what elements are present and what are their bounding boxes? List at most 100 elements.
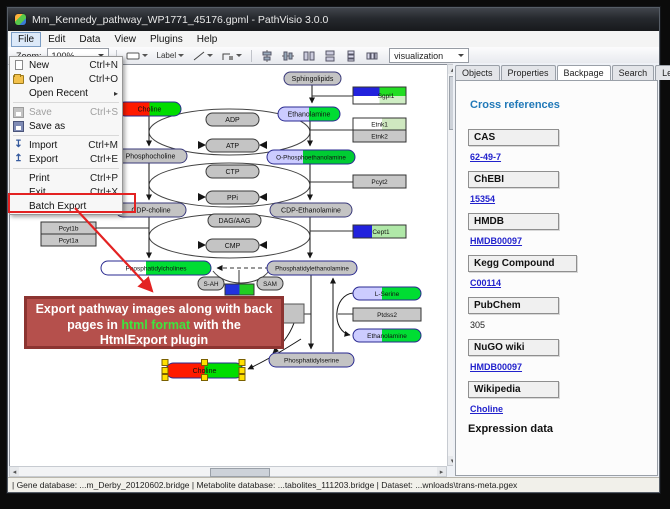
common-width-button[interactable] (322, 49, 338, 63)
window-title: Mm_Kennedy_pathway_WP1771_45176.gpml - P… (32, 14, 328, 26)
connector-tool-button[interactable] (220, 50, 244, 62)
xref-link[interactable]: 62-49-7 (470, 152, 657, 162)
chevron-down-icon (142, 54, 148, 57)
file-menu-save: Save Ctrl+S (10, 105, 122, 119)
xref-source-name: CAS (468, 129, 559, 146)
xref-section-pubchem: PubChem 305 (468, 297, 657, 330)
align-center-horizontal-icon (261, 50, 273, 62)
tab-legend[interactable]: Legend (655, 65, 670, 80)
align-center-vertical-button[interactable] (280, 49, 296, 63)
export-icon: ↥ (13, 154, 24, 165)
tab-search[interactable]: Search (612, 65, 655, 80)
label-tool-text: Label (157, 51, 177, 60)
align-center-horizontal-button[interactable] (259, 49, 275, 63)
menu-data[interactable]: Data (72, 32, 107, 47)
canvas-horizontal-scrollbar[interactable]: ◂ ▸ (9, 466, 447, 477)
stack-horizontal-button[interactable] (364, 49, 380, 63)
menu-separator (13, 168, 119, 169)
file-menu-print[interactable]: Print Ctrl+P (10, 171, 122, 185)
scroll-right-icon[interactable]: ▸ (437, 467, 446, 476)
menu-separator (13, 102, 119, 103)
xref-source-name: NuGO wiki (468, 339, 559, 356)
file-menu-save-as[interactable]: Save as (10, 119, 122, 133)
xref-source-name: Kegg Compound (468, 255, 577, 272)
line-icon (193, 51, 205, 61)
xref-value: 305 (470, 320, 657, 330)
stack-horizontal-icon (366, 50, 378, 62)
tab-backpage[interactable]: Backpage (557, 65, 611, 81)
toolbar-separator (251, 50, 252, 62)
app-icon (15, 14, 26, 25)
label-tool-button[interactable]: Label (155, 50, 187, 61)
menu-separator (13, 135, 119, 136)
submenu-arrow-icon: ▸ (114, 89, 118, 98)
desktop-background: Mm_Kennedy_pathway_WP1771_45176.gpml - P… (0, 0, 670, 509)
tab-properties[interactable]: Properties (501, 65, 556, 80)
file-menu-import[interactable]: ↧ Import Ctrl+M (10, 138, 122, 152)
xref-link[interactable]: HMDB00097 (470, 362, 657, 372)
datanode-tool-button[interactable] (124, 50, 150, 62)
menu-help[interactable]: Help (190, 32, 225, 47)
xref-link[interactable]: 15354 (470, 194, 657, 204)
chevron-down-icon (458, 54, 464, 57)
chevron-down-icon (178, 54, 184, 57)
open-folder-icon (13, 74, 24, 85)
chevron-down-icon (207, 54, 213, 57)
xref-source-name: PubChem (468, 297, 559, 314)
xref-source-name: ChEBI (468, 171, 559, 188)
xref-link[interactable]: Choline (470, 404, 657, 414)
file-menu-export[interactable]: ↥ Export Ctrl+E (10, 152, 122, 166)
file-menu-new[interactable]: New Ctrl+N (10, 58, 122, 72)
chevron-down-icon (236, 54, 242, 57)
save-as-icon (13, 121, 24, 132)
menu-edit[interactable]: Edit (41, 32, 72, 47)
file-menu-dropdown: New Ctrl+N Open Ctrl+O Open Recent ▸ Sav… (9, 56, 123, 215)
annotation-line2-post: with the (190, 318, 241, 332)
side-panel-tabs: Objects Properties Backpage Search Legen… (455, 63, 659, 80)
status-text: | Gene database: ...m_Derby_20120602.bri… (12, 480, 517, 490)
stack-vertical-icon (345, 50, 357, 62)
common-height-icon (303, 50, 315, 62)
align-center-vertical-icon (282, 50, 294, 62)
side-panel: Objects Properties Backpage Search Legen… (453, 63, 659, 477)
xref-source-name: HMDB (468, 213, 559, 230)
menu-file[interactable]: File (11, 32, 41, 47)
annotation-highlight: html format (121, 318, 190, 332)
cross-references-heading: Cross references (470, 99, 657, 111)
batch-export-highlight-box (8, 193, 136, 213)
gene-node-icon (126, 51, 140, 61)
annotation-line1: Export pathway images along with back (36, 302, 273, 316)
scroll-left-icon[interactable]: ◂ (10, 467, 19, 476)
xref-link[interactable]: C00114 (470, 278, 657, 288)
pathvisio-window: Mm_Kennedy_pathway_WP1771_45176.gpml - P… (6, 6, 661, 494)
menu-view[interactable]: View (107, 32, 143, 47)
menu-plugins[interactable]: Plugins (143, 32, 190, 47)
tab-objects[interactable]: Objects (455, 65, 500, 80)
xref-section-hmdb: HMDB HMDB00097 (468, 213, 657, 246)
xref-link[interactable]: HMDB00097 (470, 236, 657, 246)
annotation-line3: HtmlExport plugin (100, 333, 208, 347)
xref-section-chebi: ChEBI 15354 (468, 171, 657, 204)
common-height-button[interactable] (301, 49, 317, 63)
visualization-combo[interactable]: visualization (389, 48, 469, 63)
title-bar[interactable]: Mm_Kennedy_pathway_WP1771_45176.gpml - P… (8, 8, 659, 31)
visualization-value: visualization (394, 51, 443, 61)
xref-section-nugo: NuGO wiki HMDB00097 (468, 339, 657, 372)
elbow-connector-icon (222, 51, 234, 61)
save-icon (13, 107, 24, 118)
xref-section-cas: CAS 62-49-7 (468, 129, 657, 162)
stack-vertical-button[interactable] (343, 49, 359, 63)
annotation-line2-pre: pages in (67, 318, 121, 332)
horizontal-scroll-thumb[interactable] (210, 468, 270, 477)
status-bar: | Gene database: ...m_Derby_20120602.bri… (8, 477, 659, 492)
file-menu-open-recent[interactable]: Open Recent ▸ (10, 86, 122, 100)
line-tool-button[interactable] (191, 50, 215, 62)
xref-section-wikipedia: Wikipedia Choline (468, 381, 657, 414)
xref-section-kegg: Kegg Compound C00114 (468, 255, 657, 288)
expression-data-heading: Expression data (468, 423, 657, 435)
menu-bar: File Edit Data View Plugins Help (8, 31, 659, 48)
xref-source-name: Wikipedia (468, 381, 559, 398)
common-width-icon (324, 50, 336, 62)
file-menu-open[interactable]: Open Ctrl+O (10, 72, 122, 86)
new-document-icon (13, 60, 24, 71)
